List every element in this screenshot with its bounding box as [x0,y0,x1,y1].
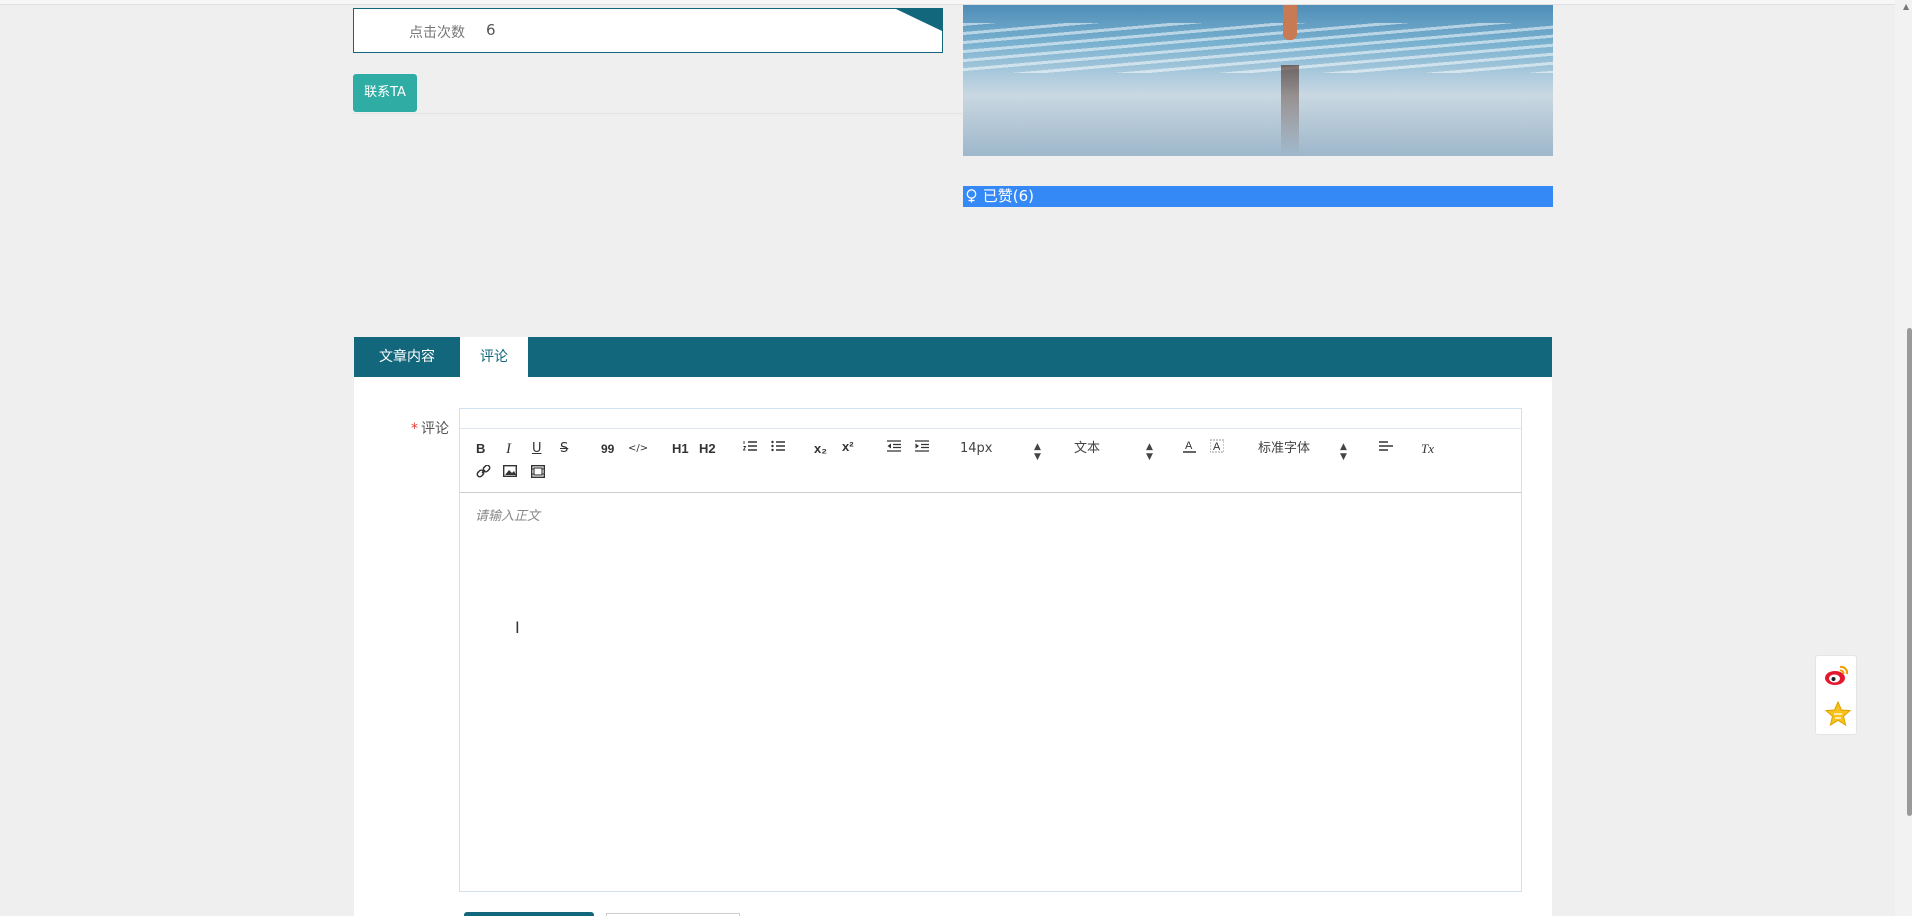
image-icon[interactable] [502,464,518,483]
background-color-icon[interactable]: A [1209,439,1225,457]
liked-label: 已赞(6) [982,187,1035,205]
font-size-caret-icon: ▲ ▼ [1034,442,1041,462]
liked-button[interactable]: 已赞(6) [963,186,1553,207]
tab-bar: 文章内容 评论 [354,337,1552,377]
text-type-select[interactable]: 文本 [1074,440,1100,458]
clear-format-button[interactable]: Tx [1421,440,1434,458]
editor-toolbar: B I U S 99 </> H1 H2 x₂ x² 14px ▲ ▼ 文本 ▲ ▼… [460,429,1521,493]
favorite-star-icon[interactable] [1824,700,1852,727]
link-icon[interactable] [476,464,491,483]
svg-text:A: A [1213,441,1221,453]
thumbs-up-icon [965,187,983,205]
text-cursor-icon: I [515,618,520,637]
click-count-label: 点击次数 [409,25,465,41]
superscript-button[interactable]: x² [842,438,854,456]
submit-button[interactable] [464,912,594,916]
editor-placeholder: 请输入正文 [475,509,541,524]
tab-article-content[interactable]: 文章内容 [354,337,460,377]
bullet-list-icon[interactable] [771,440,785,458]
article-image [963,5,1553,156]
video-icon[interactable] [530,464,546,483]
h2-button[interactable]: H2 [699,440,716,458]
font-family-caret-icon: ▲ ▼ [1340,442,1347,462]
h1-button[interactable]: H1 [672,440,689,458]
top-border [0,0,1895,5]
strikethrough-button[interactable]: S [560,440,568,458]
click-count-row: 点击次数 6 [353,8,943,53]
weibo-icon[interactable] [1824,662,1850,688]
bold-button[interactable]: B [476,440,485,458]
contact-button[interactable]: 联系TA [353,74,417,112]
underline-button[interactable]: U [532,440,542,458]
code-button[interactable]: </> [628,440,648,458]
indent-icon[interactable] [914,440,929,458]
font-color-icon[interactable]: A [1183,439,1196,457]
subscript-button[interactable]: x₂ [814,440,827,458]
tab-comments[interactable]: 评论 [460,337,528,377]
svg-text:A: A [1185,440,1193,452]
scroll-up-icon[interactable]: ▲ [1903,2,1909,11]
ordered-list-icon[interactable] [742,440,757,458]
scrollbar-thumb[interactable] [1907,328,1912,816]
align-icon[interactable] [1378,440,1393,458]
quote-button[interactable]: 99 [601,440,614,458]
editor-body[interactable]: 请输入正文 I [460,493,1521,891]
outdent-icon[interactable] [886,440,901,458]
comment-editor: B I U S 99 </> H1 H2 x₂ x² 14px ▲ ▼ 文本 ▲ ▼… [459,408,1522,892]
italic-button[interactable]: I [506,440,511,458]
corner-decoration [896,9,942,31]
share-panel [1815,655,1857,735]
font-size-select[interactable]: 14px [960,440,993,458]
text-type-caret-icon: ▲ ▼ [1146,442,1153,462]
required-mark: * [411,421,418,437]
font-family-select[interactable]: 标准字体 [1258,440,1310,458]
divider [353,113,963,114]
click-count-value: 6 [486,21,496,39]
comment-field-label: * 评论 [411,421,449,437]
